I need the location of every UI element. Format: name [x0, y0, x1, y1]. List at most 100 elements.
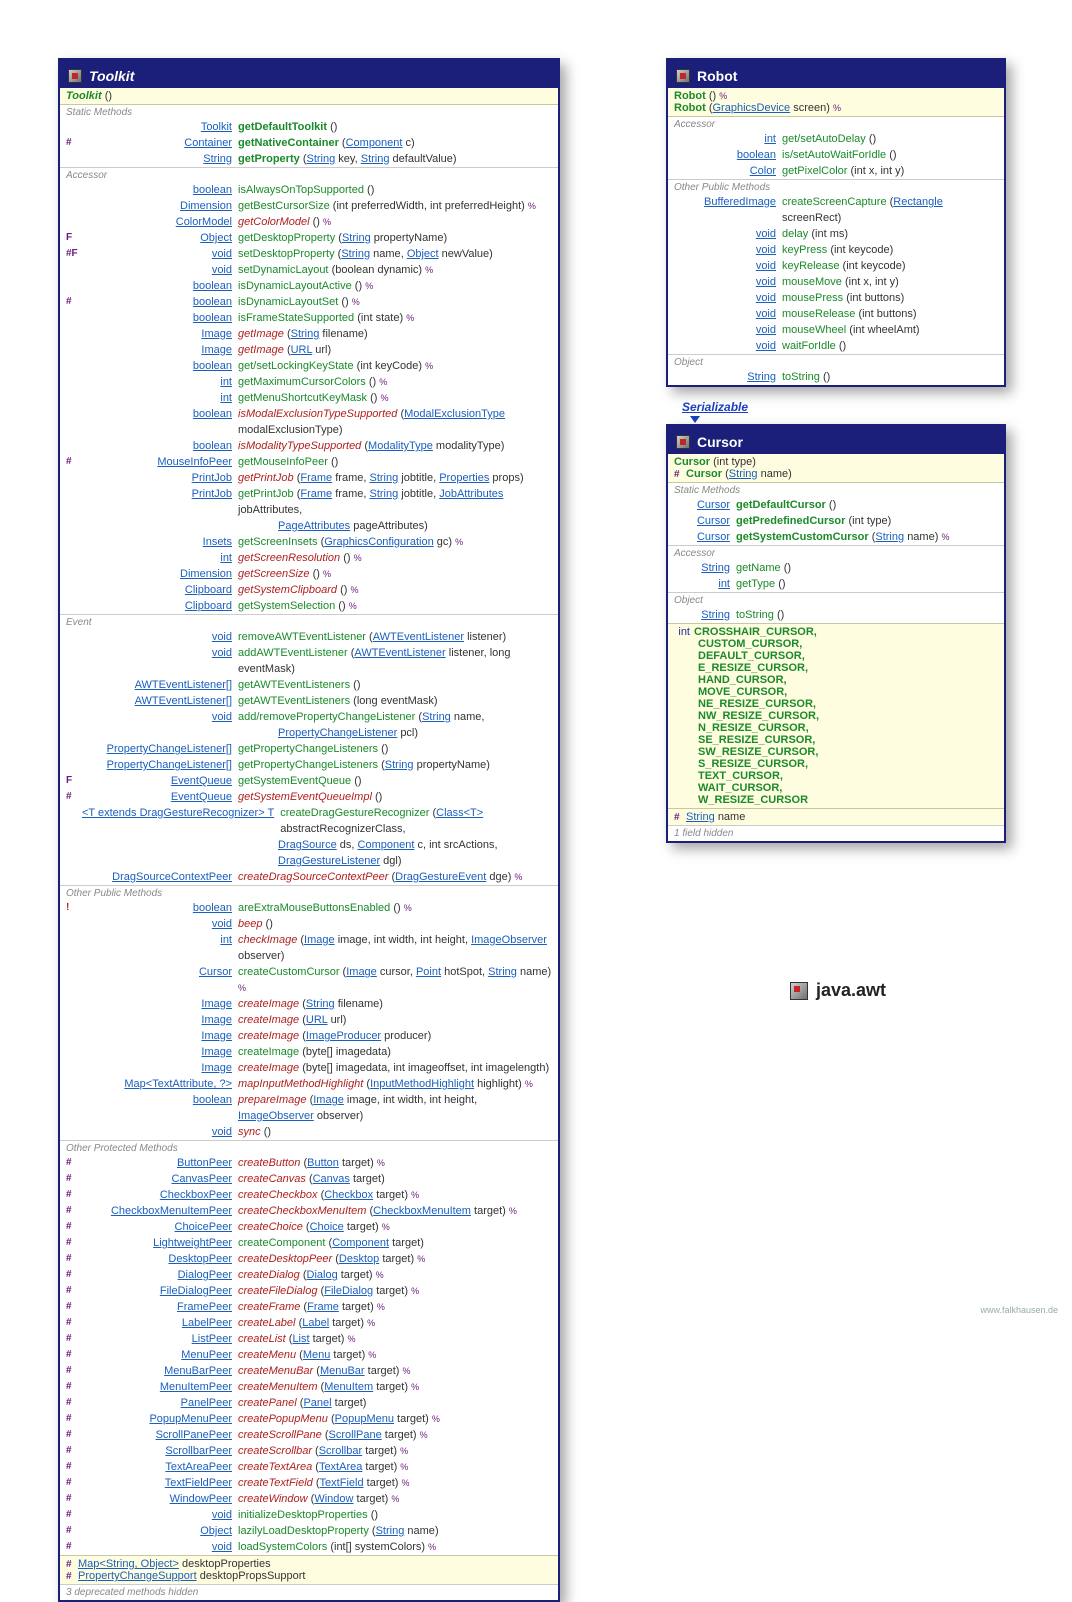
credit-link[interactable]: www.falkhausen.de — [980, 1305, 1058, 1315]
return-type: void — [82, 246, 238, 262]
member-row: !booleanareExtraMouseButtonsEnabled () % — [60, 900, 558, 916]
member-row: #ListPeercreateList (List target) % — [60, 1331, 558, 1347]
signature: mapInputMethodHighlight (InputMethodHigh… — [238, 1076, 552, 1092]
modifier: # — [66, 1187, 82, 1203]
signature: createMenuItem (MenuItem target) % — [238, 1379, 552, 1395]
signature: initializeDesktopProperties () — [238, 1507, 552, 1523]
section-label: Other Protected Methods — [60, 1140, 558, 1155]
signature: getImage (URL url) — [238, 342, 552, 358]
package-name: java.awt — [816, 980, 886, 1001]
return-type: Insets — [82, 534, 238, 550]
signature: createMenu (Menu target) % — [238, 1347, 552, 1363]
signature: toString () — [736, 607, 998, 623]
return-type: DialogPeer — [82, 1267, 238, 1283]
member-row: #WindowPeercreateWindow (Window target) … — [60, 1491, 558, 1507]
signature: getScreenResolution () % — [238, 550, 552, 566]
return-type: <T extends DragGestureRecognizer> T — [82, 805, 280, 821]
return-type: void — [82, 1124, 238, 1140]
member-row: StringgetProperty (String key, String de… — [60, 151, 558, 167]
class-name: Robot — [697, 68, 737, 84]
modifier: # — [66, 1283, 82, 1299]
class-name: Toolkit — [89, 68, 134, 84]
signature: createImage (ImageProducer producer) — [238, 1028, 552, 1044]
member-row: ClipboardgetSystemSelection () % — [60, 598, 558, 614]
signature: setDynamicLayout (boolean dynamic) % — [238, 262, 552, 278]
return-type: CheckboxPeer — [82, 1187, 238, 1203]
field: #PropertyChangeSupport desktopPropsSuppo… — [66, 1570, 552, 1582]
signature: getSystemSelection () % — [238, 598, 552, 614]
member-row: booleanisModalExclusionTypeSupported (Mo… — [60, 406, 558, 438]
member-row: ToolkitgetDefaultToolkit () — [60, 119, 558, 135]
constructor: Robot (GraphicsDevice screen) % — [674, 102, 998, 114]
return-type: Image — [82, 1012, 238, 1028]
return-type: TextFieldPeer — [82, 1475, 238, 1491]
signature: getSystemCustomCursor (String name) % — [736, 529, 998, 545]
member-row: intgetType () — [668, 576, 1004, 592]
member-row: StringtoString () — [668, 369, 1004, 385]
member-row: voidadd/removePropertyChangeListener (St… — [60, 709, 558, 725]
return-type: TextAreaPeer — [82, 1459, 238, 1475]
return-type: void — [82, 709, 238, 725]
return-type: ScrollPanePeer — [82, 1427, 238, 1443]
return-type: DesktopPeer — [82, 1251, 238, 1267]
member-row: #booleanisDynamicLayoutSet () % — [60, 294, 558, 310]
member-row: #PopupMenuPeercreatePopupMenu (PopupMenu… — [60, 1411, 558, 1427]
signature: setDesktopProperty (String name, Object … — [238, 246, 552, 262]
signature: mouseMove (int x, int y) — [782, 274, 998, 290]
signature: createDragGestureRecognizer (Class<T> ab… — [280, 805, 552, 837]
member-row: #ScrollbarPeercreateScrollbar (Scrollbar… — [60, 1443, 558, 1459]
member-row: voidmousePress (int buttons) — [668, 290, 1004, 306]
member-list: Static MethodsCursorgetDefaultCursor ()C… — [668, 483, 1004, 623]
modifier: ! — [66, 900, 82, 916]
signature: isModalityTypeSupported (ModalityType mo… — [238, 438, 552, 454]
member-list: Accessorintget/setAutoDelay ()booleanis/… — [668, 117, 1004, 385]
signature: createChoice (Choice target) % — [238, 1219, 552, 1235]
modifier: # — [66, 135, 82, 151]
member-row: #ButtonPeercreateButton (Button target) … — [60, 1155, 558, 1171]
member-row: CursorcreateCustomCursor (Image cursor, … — [60, 964, 558, 996]
constructor-block: Robot () %Robot (GraphicsDevice screen) … — [668, 88, 1004, 117]
signature: createFileDialog (FileDialog target) % — [238, 1283, 552, 1299]
return-type: boolean — [690, 147, 782, 163]
return-type: ScrollbarPeer — [82, 1443, 238, 1459]
signature: createPopupMenu (PopupMenu target) % — [238, 1411, 552, 1427]
return-type: Clipboard — [82, 582, 238, 598]
member-row: DragSourceContextPeercreateDragSourceCon… — [60, 869, 558, 885]
implements-label[interactable]: Serializable — [682, 400, 748, 414]
section-label: Object — [668, 354, 1004, 369]
signature: createFrame (Frame target) % — [238, 1299, 552, 1315]
return-type: String — [690, 607, 736, 623]
signature: createImage (URL url) — [238, 1012, 552, 1028]
section-label: Accessor — [668, 545, 1004, 560]
member-row: voidremoveAWTEventListener (AWTEventList… — [60, 629, 558, 645]
signature: waitForIdle () — [782, 338, 998, 354]
return-type: void — [82, 262, 238, 278]
signature: createImage (String filename) — [238, 996, 552, 1012]
member-row: #CanvasPeercreateCanvas (Canvas target) — [60, 1171, 558, 1187]
signature: removeAWTEventListener (AWTEventListener… — [238, 629, 552, 645]
signature: getPixelColor (int x, int y) — [782, 163, 998, 179]
member-row: PropertyChangeListener[]getPropertyChang… — [60, 741, 558, 757]
return-type: void — [82, 1539, 238, 1555]
member-row: AWTEventListener[]getAWTEventListeners (… — [60, 677, 558, 693]
return-type: AWTEventListener[] — [82, 677, 238, 693]
modifier: # — [66, 1507, 82, 1523]
return-type: Color — [690, 163, 782, 179]
member-row-cont: PropertyChangeListener pcl) — [60, 725, 558, 741]
return-type: PrintJob — [82, 470, 238, 486]
return-type: Cursor — [690, 497, 736, 513]
card-title: Robot — [668, 64, 1004, 88]
signature: getColorModel () % — [238, 214, 552, 230]
section-label: Accessor — [60, 167, 558, 182]
member-row: ClipboardgetSystemClipboard () % — [60, 582, 558, 598]
member-row: booleanisFrameStateSupported (int state)… — [60, 310, 558, 326]
member-row: intgetMaximumCursorColors () % — [60, 374, 558, 390]
signature: createTextArea (TextArea target) % — [238, 1459, 552, 1475]
signature: areExtraMouseButtonsEnabled () % — [238, 900, 552, 916]
return-type: Dimension — [82, 198, 238, 214]
signature: keyRelease (int keycode) — [782, 258, 998, 274]
return-type: void — [690, 338, 782, 354]
return-type: int — [690, 576, 736, 592]
member-row: ImagecreateImage (URL url) — [60, 1012, 558, 1028]
member-row: #MenuPeercreateMenu (Menu target) % — [60, 1347, 558, 1363]
